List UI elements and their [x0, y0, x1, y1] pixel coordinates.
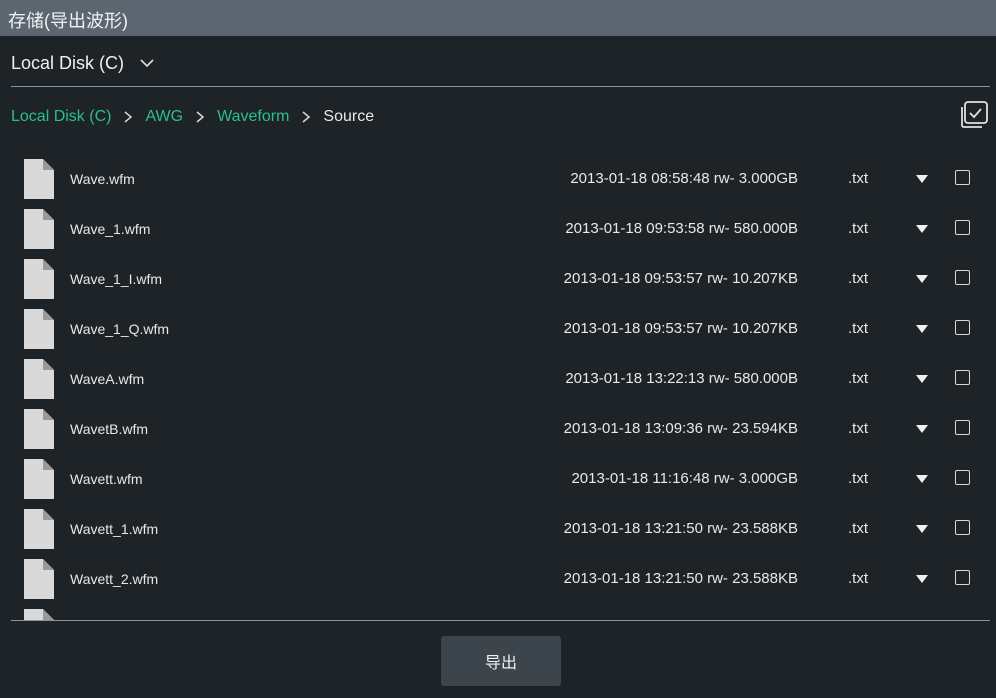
file-checkbox[interactable] [955, 170, 970, 185]
file-name: Wave_1_Q.wfm [70, 321, 170, 337]
caret-down-icon[interactable] [915, 574, 929, 584]
file-extension: .txt [848, 420, 869, 437]
caret-down-icon[interactable] [915, 474, 929, 484]
file-row[interactable]: Wave_1_I.wfm 2013-01-18 09:53:57 rw- 10.… [0, 254, 996, 304]
disk-select-dropdown[interactable]: Local Disk (C) [11, 50, 154, 76]
caret-down-icon[interactable] [915, 274, 929, 284]
export-button-label: 导出 [484, 655, 517, 672]
caret-down-icon[interactable] [915, 324, 929, 334]
file-name: Wave.wfm [70, 171, 135, 187]
breadcrumb-item-awg[interactable]: AWG [145, 108, 183, 126]
file-checkbox[interactable] [955, 470, 970, 485]
breadcrumb-item-local-disk[interactable]: Local Disk (C) [11, 108, 111, 126]
file-checkbox[interactable] [955, 570, 970, 585]
file-icon [24, 309, 54, 349]
file-meta: 2013-01-18 13:21:50 rw- 23.588KB [563, 520, 798, 537]
file-icon [24, 159, 54, 199]
header-divider [11, 86, 990, 87]
file-list: Wave.wfm 2013-01-18 08:58:48 rw- 3.000GB… [0, 154, 996, 620]
file-row-partial[interactable] [0, 604, 996, 620]
file-meta: 2013-01-18 08:58:48 rw- 3.000GB [570, 170, 798, 187]
file-row[interactable]: Wavett_2.wfm 2013-01-18 13:21:50 rw- 23.… [0, 554, 996, 604]
breadcrumb-item-source: Source [323, 108, 375, 125]
chevron-right-icon [196, 111, 205, 123]
export-button[interactable]: 导出 [441, 636, 561, 686]
file-extension: .txt [848, 320, 869, 337]
file-meta: 2013-01-18 09:53:57 rw- 10.207KB [563, 270, 798, 287]
file-extension: .txt [848, 370, 869, 387]
file-icon [24, 459, 54, 499]
file-name: WavetB.wfm [70, 421, 149, 437]
caret-down-icon[interactable] [915, 524, 929, 534]
multi-select-icon[interactable] [959, 101, 989, 129]
breadcrumb: Local Disk (C) AWG Waveform Source [11, 106, 374, 128]
file-name: Wave_1_I.wfm [70, 271, 163, 287]
breadcrumb-item-waveform[interactable]: Waveform [217, 108, 289, 126]
caret-down-icon[interactable] [915, 374, 929, 384]
file-meta: 2013-01-18 11:16:48 rw- 3.000GB [571, 470, 798, 487]
file-icon [24, 509, 54, 549]
chevron-right-icon [302, 111, 311, 123]
file-extension: .txt [848, 220, 869, 237]
file-icon [24, 559, 54, 599]
file-icon [24, 359, 54, 399]
file-meta: 2013-01-18 13:09:36 rw- 23.594KB [563, 420, 798, 437]
file-row[interactable]: Wavett_1.wfm 2013-01-18 13:21:50 rw- 23.… [0, 504, 996, 554]
footer-divider [11, 620, 990, 621]
file-name: Wavett_1.wfm [70, 521, 159, 537]
file-icon [24, 409, 54, 449]
file-meta: 2013-01-18 13:21:50 rw- 23.588KB [563, 570, 798, 587]
file-name: WaveA.wfm [70, 371, 145, 387]
chevron-down-icon [140, 59, 154, 68]
file-extension: .txt [848, 270, 869, 287]
file-row[interactable]: Wave_1_Q.wfm 2013-01-18 09:53:57 rw- 10.… [0, 304, 996, 354]
file-meta: 2013-01-18 09:53:58 rw- 580.000B [565, 220, 798, 237]
caret-down-icon[interactable] [915, 174, 929, 184]
file-checkbox[interactable] [955, 320, 970, 335]
dialog-title: 存储(导出波形) [8, 11, 128, 31]
file-row[interactable]: Wavett.wfm 2013-01-18 11:16:48 rw- 3.000… [0, 454, 996, 504]
file-checkbox[interactable] [955, 520, 970, 535]
file-icon [24, 259, 54, 299]
file-checkbox[interactable] [955, 220, 970, 235]
disk-select-label: Local Disk (C) [11, 52, 125, 73]
dialog-titlebar: 存储(导出波形) [0, 0, 996, 36]
caret-down-icon[interactable] [915, 224, 929, 234]
file-name: Wavett_2.wfm [70, 571, 159, 587]
file-icon [24, 609, 54, 620]
file-extension: .txt [848, 170, 869, 187]
file-checkbox[interactable] [955, 270, 970, 285]
file-extension: .txt [848, 570, 869, 587]
file-meta: 2013-01-18 09:53:57 rw- 10.207KB [563, 320, 798, 337]
file-checkbox[interactable] [955, 370, 970, 385]
file-checkbox[interactable] [955, 420, 970, 435]
file-row[interactable]: WaveA.wfm 2013-01-18 13:22:13 rw- 580.00… [0, 354, 996, 404]
file-row[interactable]: Wave_1.wfm 2013-01-18 09:53:58 rw- 580.0… [0, 204, 996, 254]
file-row[interactable]: WavetB.wfm 2013-01-18 13:09:36 rw- 23.59… [0, 404, 996, 454]
caret-down-icon[interactable] [915, 424, 929, 434]
file-extension: .txt [848, 470, 869, 487]
file-name: Wave_1.wfm [70, 221, 151, 237]
file-extension: .txt [848, 520, 869, 537]
file-meta: 2013-01-18 13:22:13 rw- 580.000B [565, 370, 798, 387]
chevron-right-icon [124, 111, 133, 123]
file-icon [24, 209, 54, 249]
file-row[interactable]: Wave.wfm 2013-01-18 08:58:48 rw- 3.000GB… [0, 154, 996, 204]
file-name: Wavett.wfm [70, 471, 143, 487]
